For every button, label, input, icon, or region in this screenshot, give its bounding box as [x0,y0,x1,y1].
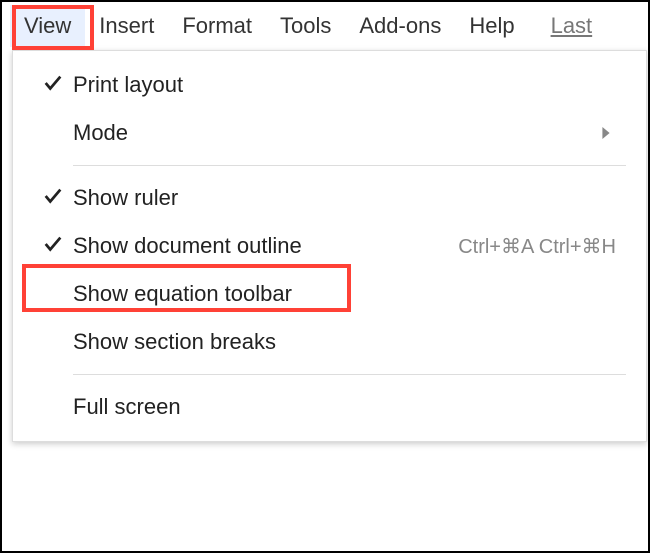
menu-item-full-screen[interactable]: Full screen [13,383,646,431]
chevron-right-icon [596,127,616,139]
view-dropdown: Print layout Mode Show ruler Show docume… [12,50,647,442]
separator [73,374,626,375]
check-icon [42,72,64,99]
menu-last-label: Last [551,13,593,38]
menu-last-edit[interactable]: Last [537,5,607,47]
menu-help[interactable]: Help [455,5,528,47]
menu-item-mode[interactable]: Mode [13,109,646,157]
check-icon [42,185,64,212]
menu-insert-label: Insert [99,13,154,38]
show-ruler-label: Show ruler [73,185,626,211]
show-section-breaks-label: Show section breaks [73,329,626,355]
mode-label: Mode [73,120,596,146]
menu-item-show-document-outline[interactable]: Show document outline Ctrl+⌘A Ctrl+⌘H [13,222,646,270]
print-layout-label: Print layout [73,72,626,98]
show-document-outline-label: Show document outline [73,233,458,259]
menu-item-show-ruler[interactable]: Show ruler [13,174,646,222]
menu-item-print-layout[interactable]: Print layout [13,61,646,109]
menu-addons-label: Add-ons [359,13,441,38]
menu-insert[interactable]: Insert [85,5,168,47]
menu-view-label: View [24,13,71,38]
menu-item-show-equation-toolbar[interactable]: Show equation toolbar [13,270,646,318]
full-screen-label: Full screen [73,394,626,420]
menu-format[interactable]: Format [168,5,266,47]
menubar: View Insert Format Tools Add-ons Help La… [2,2,648,50]
menu-item-show-section-breaks[interactable]: Show section breaks [13,318,646,366]
menu-help-label: Help [469,13,514,38]
show-document-outline-shortcut: Ctrl+⌘A Ctrl+⌘H [458,234,616,259]
menu-addons[interactable]: Add-ons [345,5,455,47]
menu-tools-label: Tools [280,13,331,38]
show-equation-toolbar-label: Show equation toolbar [73,281,626,307]
check-icon [42,233,64,260]
menu-format-label: Format [182,13,252,38]
separator [73,165,626,166]
menu-tools[interactable]: Tools [266,5,345,47]
menu-view[interactable]: View [10,5,85,47]
